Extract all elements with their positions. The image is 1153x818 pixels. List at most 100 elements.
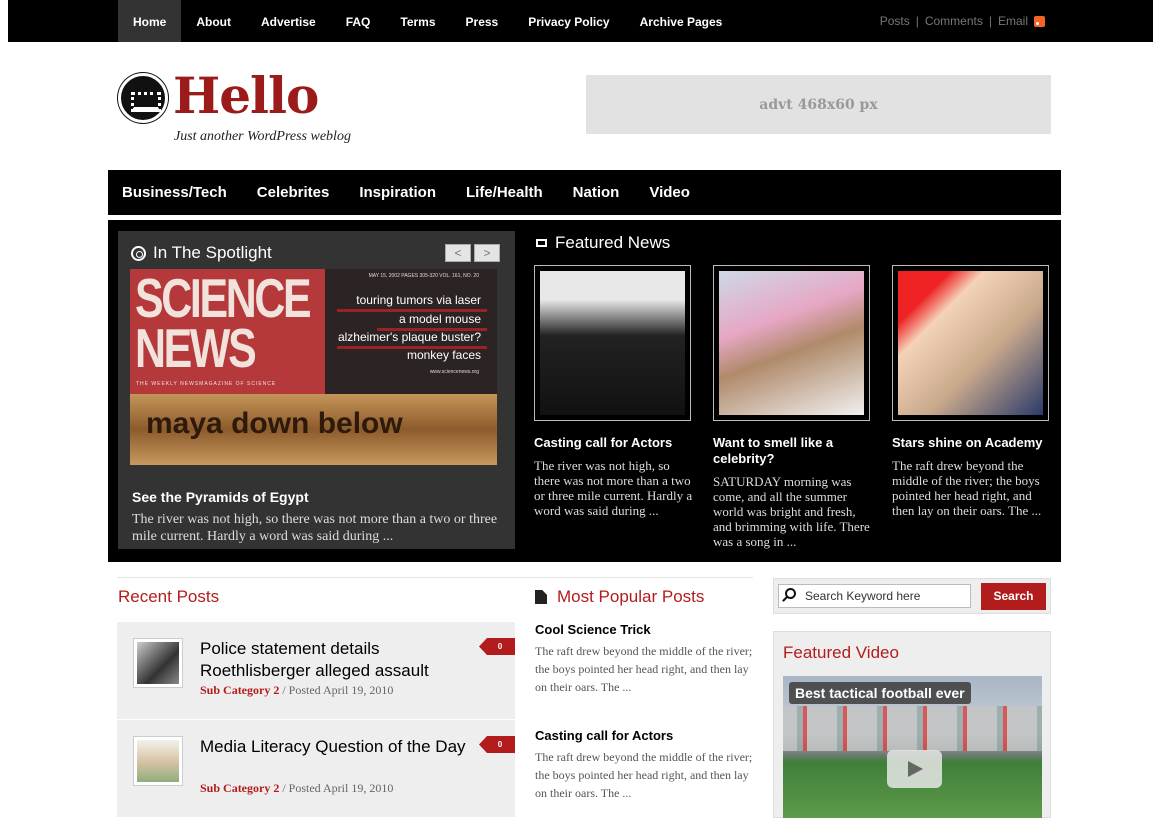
nav-faq[interactable]: FAQ	[331, 0, 386, 42]
popular-post-excerpt: The raft drew beyond the middle of the r…	[535, 750, 753, 800]
category-video[interactable]: Video	[634, 170, 705, 215]
nav-privacy-policy[interactable]: Privacy Policy	[513, 0, 624, 42]
recent-post-item: Media Literacy Question of the Day Sub C…	[117, 720, 515, 817]
category-celebrites[interactable]: Celebrites	[242, 170, 345, 215]
featured-video-heading: Featured Video	[783, 643, 899, 662]
slider-next-button[interactable]: >	[474, 244, 500, 262]
comments-feed-link[interactable]: Comments	[925, 0, 983, 43]
posts-feed-link[interactable]: Posts	[880, 0, 910, 43]
spotlight-heading: In The Spotlight	[131, 243, 272, 263]
popular-post-item: Casting call for Actors The raft drew be…	[535, 728, 753, 802]
post-category-link[interactable]: Sub Category 2	[200, 683, 279, 697]
nav-archive-pages[interactable]: Archive Pages	[625, 0, 738, 42]
divider: |	[988, 14, 992, 28]
divider: |	[915, 14, 919, 28]
photo-placeholder	[719, 271, 864, 415]
nav-terms[interactable]: Terms	[385, 0, 450, 42]
featured-news-excerpt: The raft drew beyond the middle of the r…	[892, 458, 1042, 518]
video-title[interactable]: Best tactical football ever	[789, 682, 971, 704]
featured-news-item: Stars shine on Academy The raft drew bey…	[892, 265, 1052, 518]
nav-advertise[interactable]: Advertise	[246, 0, 331, 42]
slider-prev-button[interactable]: <	[445, 244, 471, 262]
recent-post-meta: Sub Category 2 / Posted April 19, 2010	[200, 683, 393, 698]
post-thumbnail[interactable]	[133, 638, 183, 688]
category-business-tech[interactable]: Business/Tech	[108, 170, 242, 215]
category-nation[interactable]: Nation	[558, 170, 635, 215]
site-title[interactable]: Hello	[173, 66, 319, 125]
featured-news-image[interactable]	[892, 265, 1049, 421]
comment-count-badge[interactable]: 0	[479, 638, 515, 655]
spotlight-image[interactable]: SCIENCE NEWS THE WEEKLY NEWSMAGAZINE OF …	[130, 269, 497, 465]
featured-video-widget: Featured Video Best tactical football ev…	[773, 631, 1051, 818]
search-input[interactable]: Search Keyword here	[778, 584, 971, 608]
photo-placeholder	[540, 271, 685, 415]
recent-posts-heading: Recent Posts	[118, 587, 220, 606]
spotlight-heading-text: In The Spotlight	[153, 243, 272, 262]
cover-weekly-line: THE WEEKLY NEWSMAGAZINE OF SCIENCE	[136, 381, 277, 387]
photo-placeholder	[137, 642, 179, 684]
featured-section: In The Spotlight < > SCIENCE NEWS THE WE…	[108, 220, 1061, 562]
recent-post-title[interactable]: Media Literacy Question of the Day	[200, 736, 470, 758]
cover-headline: monkey faces	[406, 348, 481, 362]
spotlight-slider: In The Spotlight < > SCIENCE NEWS THE WE…	[118, 231, 515, 549]
search-button[interactable]: Search	[981, 583, 1046, 610]
recent-post-item: Police statement details Roethlisberger …	[117, 622, 515, 719]
popular-post-title[interactable]: Casting call for Actors	[535, 728, 753, 743]
nav-about[interactable]: About	[181, 0, 246, 42]
category-inspiration[interactable]: Inspiration	[344, 170, 451, 215]
post-date: / Posted April 19, 2010	[279, 683, 394, 697]
featured-news-heading: Featured News	[536, 233, 670, 253]
spotlight-post-title[interactable]: See the Pyramids of Egypt	[132, 489, 309, 505]
featured-news-excerpt: SATURDAY morning was come, and all the s…	[713, 474, 870, 549]
photo-placeholder	[898, 271, 1043, 415]
ad-banner[interactable]: advt 468x60 px	[586, 75, 1051, 134]
featured-news-title[interactable]: Casting call for Actors	[534, 435, 694, 451]
search-icon	[785, 588, 796, 599]
comment-count-badge[interactable]: 0	[479, 736, 515, 753]
rss-icon[interactable]	[1034, 15, 1045, 27]
film-reel-icon	[131, 245, 146, 261]
nav-press[interactable]: Press	[451, 0, 514, 42]
cover-masthead-line-2: NEWS	[135, 317, 257, 379]
featured-news-image[interactable]	[534, 265, 691, 421]
category-navigation: Business/Tech Celebrites Inspiration Lif…	[108, 170, 1061, 215]
slider-arrows: < >	[445, 244, 500, 262]
play-icon[interactable]	[887, 750, 942, 788]
popular-post-title[interactable]: Cool Science Trick	[535, 622, 753, 637]
crown-logo-icon[interactable]	[118, 73, 168, 123]
video-player[interactable]: Best tactical football ever	[783, 676, 1042, 818]
most-popular-heading: Most Popular Posts	[535, 587, 704, 607]
popular-post-item: Cool Science Trick The raft drew beyond …	[535, 622, 753, 696]
cover-headline: a model mouse	[398, 312, 481, 326]
cover-issue-line: MAY 15, 2002 PAGES 305-320 VOL. 161, NO.…	[368, 273, 479, 279]
recent-post-title[interactable]: Police statement details Roethlisberger …	[200, 638, 470, 682]
featured-news-excerpt: The river was not high, so there was not…	[534, 458, 693, 518]
category-life-health[interactable]: Life/Health	[451, 170, 558, 215]
cover-masthead-line-1: SCIENCE	[135, 269, 312, 329]
featured-news-title[interactable]: Stars shine on Academy	[892, 435, 1052, 451]
featured-news-heading-text: Featured News	[555, 233, 671, 252]
featured-news-item: Casting call for Actors The river was no…	[534, 265, 694, 518]
popular-post-excerpt: The raft drew beyond the middle of the r…	[535, 644, 753, 694]
post-category-link[interactable]: Sub Category 2	[200, 781, 279, 795]
cover-headline: alzheimer's plaque buster?	[337, 330, 481, 344]
cover-headline: touring tumors via laser	[356, 293, 481, 307]
spotlight-post-excerpt: The river was not high, so there was not…	[132, 512, 498, 544]
post-thumbnail[interactable]	[133, 736, 183, 786]
featured-news-title[interactable]: Want to smell like a celebrity?	[713, 435, 873, 467]
cover-feature-title: maya down below	[146, 407, 403, 440]
email-link[interactable]: Email	[998, 0, 1028, 43]
featured-news-image[interactable]	[713, 265, 870, 421]
most-popular-heading-text: Most Popular Posts	[557, 587, 705, 606]
cover-url: www.sciencenews.org	[429, 369, 479, 375]
search-form: Search Keyword here Search	[773, 578, 1051, 614]
divider	[117, 577, 753, 578]
post-date: / Posted April 19, 2010	[279, 781, 394, 795]
top-navigation: Home About Advertise FAQ Terms Press Pri…	[118, 0, 737, 42]
document-icon	[535, 590, 547, 604]
photo-placeholder	[137, 740, 179, 782]
recent-post-meta: Sub Category 2 / Posted April 19, 2010	[200, 781, 393, 796]
nav-home[interactable]: Home	[118, 0, 182, 42]
monitor-icon	[536, 239, 547, 247]
cover-masthead: SCIENCE NEWS	[135, 269, 312, 379]
